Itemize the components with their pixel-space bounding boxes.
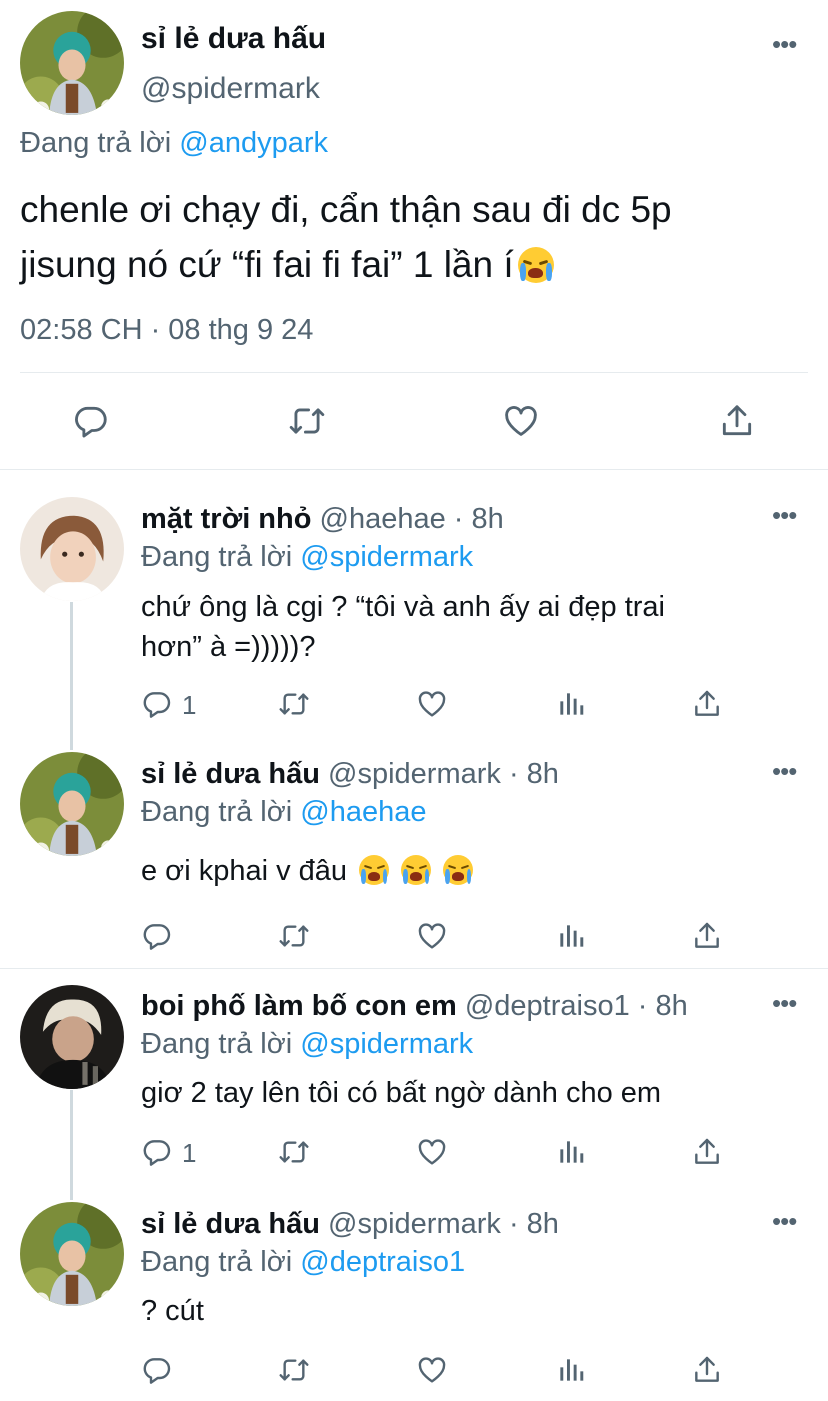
more-options-icon[interactable]: ••• [772,1208,797,1234]
loudly-crying-face-icon [359,855,390,885]
reply-icon[interactable] [141,688,173,720]
replying-prefix: Đang trả lời [141,541,293,573]
like-icon[interactable] [416,1136,448,1168]
reply-icon[interactable] [141,1136,173,1168]
reply-icon[interactable] [141,1354,173,1386]
replying-to-link[interactable]: @deptraiso1 [300,1246,465,1278]
handle[interactable]: @haehae [320,503,446,535]
share-icon[interactable] [691,1354,723,1386]
replying-to-link[interactable]: @haehae [300,796,426,828]
retweet-icon[interactable] [277,1136,311,1168]
reply-text-line: e ơi kphai v đâu [141,855,348,887]
reply-header: sỉ lẻ dưa hấu @spidermark · 8h [141,758,559,791]
reply-text-line: chứ ông là cgi ? “tôi và anh ấy ai đẹp t… [141,591,665,623]
replying-prefix: Đang trả lời [141,1028,293,1060]
display-name[interactable]: sỉ lẻ dưa hấu [141,758,320,790]
views-stats-icon[interactable] [555,688,587,720]
reply-text-line: hơn” à =)))))? [141,631,316,663]
reply-count: 1 [182,1138,197,1168]
reply-text: e ơi kphai v đâu [141,855,474,888]
retweet-icon[interactable] [277,1354,311,1386]
avatar[interactable] [20,497,124,601]
more-options-icon[interactable]: ••• [772,990,797,1016]
replying-to-line: Đang trả lời @spidermark [141,541,473,574]
avatar[interactable] [20,752,124,856]
time-ago[interactable]: · 8h [638,990,688,1022]
reply-text: chứ ông là cgi ? “tôi và anh ấy ai đẹp t… [141,587,665,667]
reply-count: 1 [182,690,197,720]
replying-to-line: Đang trả lời @andypark [20,127,328,160]
thread-line [70,1090,73,1200]
replying-prefix: Đang trả lời [141,1246,293,1278]
replying-prefix: Đang trả lời [20,127,172,159]
replying-to-line: Đang trả lời @haehae [141,796,426,829]
replying-to-link[interactable]: @andypark [179,127,328,159]
loudly-crying-face-icon [401,855,432,885]
handle[interactable]: @spidermark [328,1208,501,1240]
tweet-text: chenle ơi chạy đi, cẩn thận sau đi dc 5p… [20,182,672,292]
retweet-icon[interactable] [287,402,327,440]
display-name[interactable]: sỉ lẻ dưa hấu [141,22,326,56]
avatar[interactable] [20,1202,124,1306]
reply-icon[interactable] [141,920,173,952]
reply-header: mặt trời nhỏ @haehae · 8h [141,503,504,536]
timestamp[interactable]: 02:58 CH · 08 thg 9 24 [20,314,313,347]
views-stats-icon[interactable] [555,1136,587,1168]
thread-line [70,602,73,750]
like-icon[interactable] [502,402,540,440]
loudly-crying-face-icon [443,855,474,885]
divider [0,968,828,969]
reply-icon[interactable] [72,402,110,440]
replying-to-line: Đang trả lời @spidermark [141,1028,473,1061]
avatar[interactable] [20,985,124,1089]
avatar[interactable] [20,11,124,115]
reply-header: sỉ lẻ dưa hấu @spidermark · 8h [141,1208,559,1241]
like-icon[interactable] [416,688,448,720]
display-name[interactable]: sỉ lẻ dưa hấu [141,1208,320,1240]
reply-header: boi phố làm bố con em @deptraiso1 · 8h [141,990,688,1023]
time-ago[interactable]: · 8h [509,758,559,790]
share-icon[interactable] [718,402,756,440]
more-options-icon[interactable]: ••• [772,502,797,528]
like-icon[interactable] [416,920,448,952]
share-icon[interactable] [691,688,723,720]
handle[interactable]: @deptraiso1 [465,990,630,1022]
display-name[interactable]: boi phố làm bố con em [141,990,457,1022]
replying-to-link[interactable]: @spidermark [300,1028,473,1060]
tweet-text-line: jisung nó cứ “fi fai fi fai” 1 lần í [20,237,672,292]
more-options-icon[interactable]: ••• [772,31,797,57]
loudly-crying-face-icon [517,247,554,283]
retweet-icon[interactable] [277,920,311,952]
like-icon[interactable] [416,1354,448,1386]
handle[interactable]: @spidermark [141,72,320,106]
time-ago[interactable]: · 8h [454,503,504,535]
reply-text: giơ 2 tay lên tôi có bất ngờ dành cho em [141,1077,662,1109]
divider [0,469,828,470]
share-icon[interactable] [691,920,723,952]
tweet-text-line: chenle ơi chạy đi, cẩn thận sau đi dc 5p [20,189,672,230]
reply-text: ? cút [141,1295,204,1327]
divider [20,372,808,373]
views-stats-icon[interactable] [555,920,587,952]
more-options-icon[interactable]: ••• [772,758,797,784]
retweet-icon[interactable] [277,688,311,720]
views-stats-icon[interactable] [555,1354,587,1386]
time-ago[interactable]: · 8h [509,1208,559,1240]
share-icon[interactable] [691,1136,723,1168]
replying-to-link[interactable]: @spidermark [300,541,473,573]
handle[interactable]: @spidermark [328,758,501,790]
replying-to-line: Đang trả lời @deptraiso1 [141,1246,465,1279]
display-name[interactable]: mặt trời nhỏ [141,503,311,535]
tweet-text-line-2: jisung nó cứ “fi fai fi fai” 1 lần í [20,244,514,285]
replying-prefix: Đang trả lời [141,796,293,828]
